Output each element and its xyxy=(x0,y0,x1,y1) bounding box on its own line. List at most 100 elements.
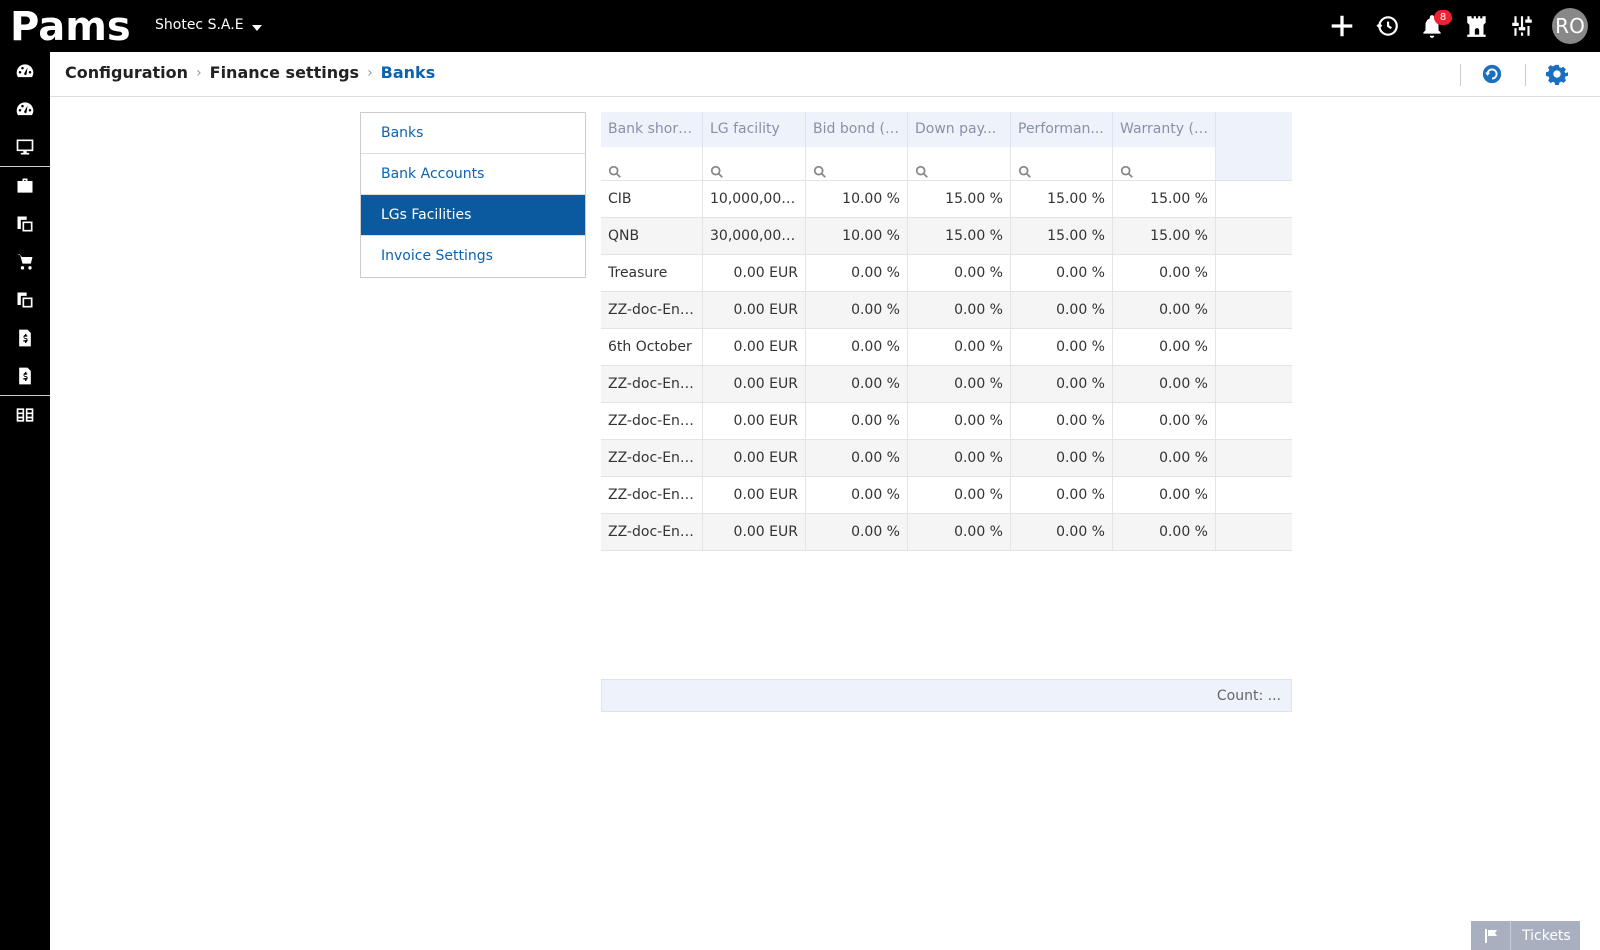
refresh-button[interactable] xyxy=(1481,63,1505,87)
user-avatar[interactable]: RO xyxy=(1552,8,1588,44)
nav-projects[interactable] xyxy=(0,167,50,205)
table-row[interactable]: QNB 30,000,000.... 10.00 % 15.00 % 15.00… xyxy=(601,218,1292,255)
cell-bank: ZZ-doc-Ent... xyxy=(601,477,703,514)
table-row[interactable]: ZZ-doc-Ent... 0.00 EUR 0.00 % 0.00 % 0.0… xyxy=(601,440,1292,477)
briefcase-icon xyxy=(17,178,33,193)
cell-lg-facility: 0.00 EUR xyxy=(703,477,806,514)
chevron-right-icon: › xyxy=(367,64,373,81)
cell-bid-bond: 0.00 % xyxy=(806,440,908,477)
nav-dashboard-2[interactable] xyxy=(0,90,50,128)
tickets-button[interactable]: Tickets xyxy=(1471,921,1580,950)
cell-lg-facility: 10,000,000.... xyxy=(703,181,806,218)
company-selector[interactable]: Shotec S.A.E xyxy=(155,17,262,33)
cell-down-payment: 0.00 % xyxy=(908,440,1011,477)
cell-empty xyxy=(1216,403,1292,440)
caret-down-icon xyxy=(251,25,262,31)
cell-empty xyxy=(1216,255,1292,292)
cell-bank: ZZ-doc-Ent... xyxy=(601,366,703,403)
column-header[interactable]: Down pay... xyxy=(908,112,1011,147)
nav-documents[interactable] xyxy=(0,205,50,243)
pams-logo[interactable]: Pams xyxy=(10,6,132,46)
nav-configuration[interactable] xyxy=(0,396,50,434)
left-nav-rail xyxy=(0,52,50,950)
cell-bid-bond: 0.00 % xyxy=(806,403,908,440)
table-row[interactable]: CIB 10,000,000.... 10.00 % 15.00 % 15.00… xyxy=(601,181,1292,218)
cell-performance: 0.00 % xyxy=(1011,255,1113,292)
menu-item-banks[interactable]: Banks xyxy=(361,113,585,154)
column-header[interactable]: Bank short ... xyxy=(601,112,703,147)
filter-input[interactable] xyxy=(806,147,908,181)
cell-warranty: 15.00 % xyxy=(1113,218,1216,255)
menu-item-lgs-facilities[interactable]: LGs Facilities xyxy=(361,195,585,236)
notifications-button[interactable]: 8 xyxy=(1409,0,1454,52)
cell-warranty: 0.00 % xyxy=(1113,403,1216,440)
table-row[interactable]: ZZ-doc-Ent... 0.00 EUR 0.00 % 0.00 % 0.0… xyxy=(601,477,1292,514)
cell-down-payment: 0.00 % xyxy=(908,366,1011,403)
cell-lg-facility: 30,000,000.... xyxy=(703,218,806,255)
nav-desktop[interactable] xyxy=(0,128,50,166)
cell-bid-bond: 10.00 % xyxy=(806,181,908,218)
table-row[interactable]: 6th October 0.00 EUR 0.00 % 0.00 % 0.00 … xyxy=(601,329,1292,366)
divider xyxy=(1525,64,1526,86)
invoice-dollar-icon xyxy=(19,329,31,347)
nav-payments[interactable] xyxy=(0,357,50,395)
filter-input[interactable] xyxy=(908,147,1011,181)
filter-input[interactable] xyxy=(703,147,806,181)
top-actions: 8 RO xyxy=(1319,0,1588,52)
cell-lg-facility: 0.00 EUR xyxy=(703,255,806,292)
filter-input[interactable] xyxy=(1011,147,1113,181)
cell-bank: ZZ-doc-Ent... xyxy=(601,440,703,477)
menu-item-bank-accounts[interactable]: Bank Accounts xyxy=(361,154,585,195)
cell-bid-bond: 0.00 % xyxy=(806,514,908,551)
cell-bank: QNB xyxy=(601,218,703,255)
nav-dashboard-1[interactable] xyxy=(0,52,50,90)
cell-performance: 0.00 % xyxy=(1011,440,1113,477)
add-button[interactable] xyxy=(1319,0,1364,52)
nav-documents-2[interactable] xyxy=(0,281,50,319)
documents-icon xyxy=(17,292,33,308)
search-icon xyxy=(710,157,724,178)
column-header[interactable]: Bid bond (%) xyxy=(806,112,908,147)
cell-down-payment: 15.00 % xyxy=(908,218,1011,255)
cell-down-payment: 15.00 % xyxy=(908,181,1011,218)
cell-bank: ZZ-doc-Ent... xyxy=(601,403,703,440)
nav-procurement[interactable] xyxy=(0,243,50,281)
cell-performance: 15.00 % xyxy=(1011,218,1113,255)
column-header[interactable]: Warranty (%) xyxy=(1113,112,1216,147)
cell-warranty: 0.00 % xyxy=(1113,440,1216,477)
menu-item-invoice-settings[interactable]: Invoice Settings xyxy=(361,236,585,277)
filter-input[interactable] xyxy=(1113,147,1216,181)
cell-bank: Treasure xyxy=(601,255,703,292)
table-row[interactable]: Treasure 0.00 EUR 0.00 % 0.00 % 0.00 % 0… xyxy=(601,255,1292,292)
castle-icon xyxy=(1466,16,1486,37)
invoice-dollar-icon xyxy=(19,367,31,385)
grid-header-row: Bank short ... LG facility Bid bond (%) … xyxy=(601,112,1292,147)
castle-button[interactable] xyxy=(1454,0,1499,52)
breadcrumb-finance-settings[interactable]: Finance settings xyxy=(210,63,359,82)
column-header[interactable]: LG facility xyxy=(703,112,806,147)
column-header[interactable]: Performan... xyxy=(1011,112,1113,147)
table-row[interactable]: ZZ-doc-Ent... 0.00 EUR 0.00 % 0.00 % 0.0… xyxy=(601,403,1292,440)
filter-empty xyxy=(1216,147,1292,181)
settings-sliders-button[interactable] xyxy=(1499,0,1544,52)
table-row[interactable]: ZZ-doc-Ent... 0.00 EUR 0.00 % 0.00 % 0.0… xyxy=(601,292,1292,329)
chevron-right-icon: › xyxy=(196,64,202,81)
cell-bid-bond: 0.00 % xyxy=(806,255,908,292)
cell-empty xyxy=(1216,440,1292,477)
page-header: Configuration › Finance settings › Banks xyxy=(50,52,1600,97)
history-button[interactable] xyxy=(1364,0,1409,52)
table-row[interactable]: ZZ-doc-Ent... 0.00 EUR 0.00 % 0.00 % 0.0… xyxy=(601,514,1292,551)
breadcrumb-configuration[interactable]: Configuration xyxy=(65,63,188,82)
nav-invoices[interactable] xyxy=(0,319,50,357)
cell-warranty: 15.00 % xyxy=(1113,181,1216,218)
settings-button[interactable] xyxy=(1546,63,1570,87)
cell-empty xyxy=(1216,292,1292,329)
cell-lg-facility: 0.00 EUR xyxy=(703,292,806,329)
refresh-icon xyxy=(1482,64,1502,84)
cell-performance: 0.00 % xyxy=(1011,477,1113,514)
divider xyxy=(1460,64,1461,86)
filter-input[interactable] xyxy=(601,147,703,181)
cell-lg-facility: 0.00 EUR xyxy=(703,440,806,477)
table-row[interactable]: ZZ-doc-Ent... 0.00 EUR 0.00 % 0.00 % 0.0… xyxy=(601,366,1292,403)
cell-lg-facility: 0.00 EUR xyxy=(703,514,806,551)
